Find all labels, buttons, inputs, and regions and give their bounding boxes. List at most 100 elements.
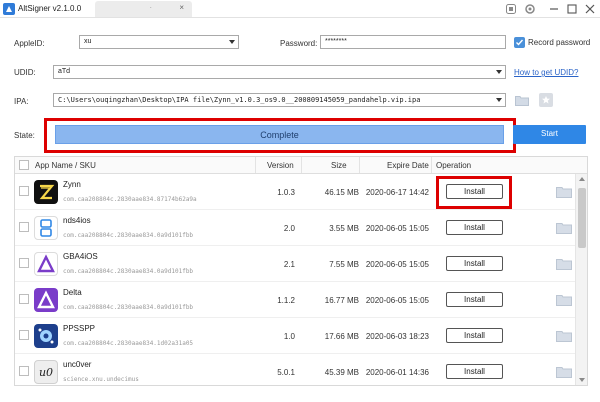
- window-tab[interactable]: . ×: [95, 1, 192, 17]
- open-folder-icon[interactable]: [556, 222, 572, 234]
- record-password-checkbox[interactable]: [514, 37, 525, 48]
- scrollbar-thumb[interactable]: [578, 188, 586, 248]
- app-name: Zynn: [63, 180, 81, 189]
- how-to-get-udid-link[interactable]: How to get UDID?: [514, 68, 578, 77]
- nds4ios-icon: [34, 216, 58, 240]
- scroll-up-arrow-icon[interactable]: [579, 177, 585, 181]
- open-folder-icon[interactable]: [556, 258, 572, 270]
- install-button-label: Install: [464, 331, 485, 340]
- app-version: 1.0.3: [277, 188, 295, 197]
- password-label: Password:: [280, 39, 318, 48]
- row-checkbox[interactable]: [19, 258, 29, 268]
- table-row[interactable]: GBA4iOS com.caa208804c.2830aae834.0a9d10…: [15, 246, 575, 282]
- table-scrollbar[interactable]: [575, 174, 587, 385]
- app-size: 45.39 MB: [324, 368, 359, 377]
- install-button[interactable]: Install: [446, 364, 503, 379]
- app-name: GBA4iOS: [63, 252, 98, 261]
- open-folder-icon[interactable]: [556, 330, 572, 342]
- maximize-icon[interactable]: [566, 3, 578, 15]
- install-highlight-frame: [436, 176, 512, 209]
- table-row[interactable]: nds4ios com.caa208804c.2830aae834.0a9d10…: [15, 210, 575, 246]
- select-all-checkbox[interactable]: [19, 160, 29, 170]
- table-row[interactable]: u0 unc0ver science.xnu.undecimus 5.0.1 4…: [15, 354, 575, 385]
- title-bar: AltSigner v2.1.0.0 . ×: [0, 0, 600, 18]
- install-button[interactable]: Install: [446, 328, 503, 343]
- header-operation: Operation: [436, 161, 472, 170]
- install-button-label: Install: [464, 367, 485, 376]
- appleid-label: AppleID:: [14, 39, 45, 48]
- header-version: Version: [267, 161, 294, 170]
- chevron-down-icon: [229, 40, 235, 44]
- app-version: 2.1: [283, 260, 295, 269]
- app-name: unc0ver: [63, 360, 92, 369]
- app-table: App Name / SKU Version Size Expire Date …: [14, 156, 588, 386]
- header-size: Size: [331, 161, 347, 170]
- settings-gear-icon[interactable]: [524, 3, 536, 15]
- app-sku: com.caa208804c.2830aae834.87174b62a9a: [63, 196, 197, 203]
- row-checkbox[interactable]: [19, 366, 29, 376]
- app-name: PPSSPP: [63, 324, 96, 333]
- row-checkbox[interactable]: [19, 294, 29, 304]
- install-button[interactable]: Install: [446, 256, 503, 271]
- header-app-name: App Name / SKU: [35, 161, 96, 170]
- app-name: Delta: [63, 288, 82, 297]
- menu-icon[interactable]: [505, 3, 517, 15]
- table-row[interactable]: Delta com.caa208804c.2830aae834.0a9d101f…: [15, 282, 575, 318]
- browse-folder-icon[interactable]: [515, 95, 529, 106]
- ipa-label: IPA:: [14, 97, 29, 106]
- app-expire-date: 2020-06-05 15:05: [365, 296, 429, 305]
- open-folder-icon[interactable]: [556, 366, 572, 378]
- install-button[interactable]: Install: [446, 220, 503, 235]
- app-sku: com.caa208804c.2830aae834.1d02a31a05: [63, 340, 194, 347]
- app-size: 46.15 MB: [324, 188, 359, 197]
- table-row[interactable]: PPSSPP com.caa208804c.2830aae834.1d02a31…: [15, 318, 575, 354]
- app-expire-date: 2020-06-05 15:05: [365, 224, 429, 233]
- gba4ios-icon: [34, 252, 58, 276]
- scroll-down-arrow-icon[interactable]: [579, 378, 585, 382]
- app-version: 1.0: [283, 332, 295, 341]
- app-expire-date: 2020-06-01 14:36: [365, 368, 429, 377]
- udid-select[interactable]: aTd: [53, 65, 506, 79]
- header-divider: [431, 157, 432, 173]
- app-version: 1.1.2: [277, 296, 295, 305]
- record-password-label: Record password: [528, 38, 591, 47]
- password-field[interactable]: ********: [320, 35, 506, 49]
- tab-label: .: [150, 4, 152, 10]
- password-value: ********: [325, 38, 347, 45]
- app-version: 5.0.1: [277, 368, 295, 377]
- app-expire-date: 2020-06-17 14:42: [365, 188, 429, 197]
- row-checkbox[interactable]: [19, 186, 29, 196]
- open-folder-icon[interactable]: [556, 294, 572, 306]
- unc0ver-icon: u0: [34, 360, 58, 384]
- svg-text:u0: u0: [39, 366, 53, 379]
- app-size: 3.55 MB: [329, 224, 359, 233]
- app-expire-date: 2020-06-05 15:05: [365, 260, 429, 269]
- ipa-path-value: C:\Users\ouqingzhan\Desktop\IPA file\Zyn…: [58, 96, 421, 104]
- start-button-label: Start: [541, 129, 558, 138]
- close-icon[interactable]: [584, 3, 596, 15]
- ipa-select[interactable]: C:\Users\ouqingzhan\Desktop\IPA file\Zyn…: [53, 93, 506, 107]
- open-folder-icon[interactable]: [556, 186, 572, 198]
- altsigner-logo-icon: [3, 3, 15, 15]
- install-button-label: Install: [464, 295, 485, 304]
- udid-value: aTd: [58, 68, 71, 75]
- chevron-down-icon: [496, 70, 502, 74]
- header-divider: [301, 157, 302, 173]
- install-button-label: Install: [464, 223, 485, 232]
- install-button-label: Install: [464, 259, 485, 268]
- minimize-icon[interactable]: [548, 3, 560, 15]
- app-size: 16.77 MB: [324, 296, 359, 305]
- row-checkbox[interactable]: [19, 330, 29, 340]
- window-title: AltSigner v2.1.0.0: [18, 4, 82, 13]
- state-label: State:: [14, 131, 35, 140]
- tab-close-icon[interactable]: ×: [179, 3, 184, 12]
- delta-icon: [34, 288, 58, 312]
- start-button[interactable]: Start: [513, 125, 586, 144]
- add-ipa-icon[interactable]: [539, 93, 553, 107]
- appleid-select[interactable]: xu: [79, 35, 239, 49]
- row-checkbox[interactable]: [19, 222, 29, 232]
- header-divider: [359, 157, 360, 173]
- chevron-down-icon: [496, 98, 502, 102]
- install-button[interactable]: Install: [446, 292, 503, 307]
- app-size: 7.55 MB: [329, 260, 359, 269]
